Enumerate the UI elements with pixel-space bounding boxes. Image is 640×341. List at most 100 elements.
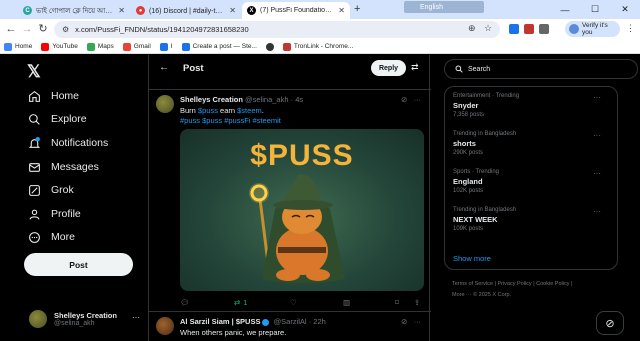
cashtag-link[interactable]: $puss xyxy=(198,106,218,115)
person-icon xyxy=(29,209,40,220)
nav-grok[interactable]: Grok xyxy=(28,182,74,198)
trend-title: NEXT WEEK xyxy=(453,215,498,224)
grok-icon[interactable]: ⊘ xyxy=(401,95,407,104)
bookmark-github[interactable] xyxy=(265,42,274,51)
share-icon[interactable]: ⇪ xyxy=(414,298,420,307)
close-tab-icon[interactable]: ✕ xyxy=(338,6,345,15)
hashtags-link[interactable]: #puss $puss #pussFi #steemit xyxy=(180,116,281,125)
tweet-image[interactable]: $PUSS xyxy=(180,129,424,291)
more-dots-icon[interactable]: ··· xyxy=(593,131,601,140)
translate-widget[interactable]: English xyxy=(404,1,484,13)
bookmark-create-post[interactable]: Create a post — Ste... xyxy=(181,42,257,51)
retweet-icon: ⇄ xyxy=(234,298,241,307)
trend-item[interactable]: Entertainment · Trending Snyder 7,358 po… xyxy=(453,93,613,118)
browser-toolbar: ← → ↻ ⚙ x.com/PussFi_FNDN/status/1941204… xyxy=(0,19,640,40)
bookmark-icon[interactable]: ⌑ xyxy=(395,298,399,307)
bookmark-label: TronLink - Chrome... xyxy=(293,43,354,50)
browser-tab-2[interactable]: ● (16) Discord | #daily-tasks | পালা ✕ xyxy=(131,2,241,19)
bookmark-youtube[interactable]: YouTube xyxy=(41,42,78,51)
grok-icon[interactable]: ⊘ xyxy=(401,317,407,326)
more-dots-icon[interactable]: ··· xyxy=(593,93,601,102)
more-dots-icon[interactable]: ··· xyxy=(414,317,422,326)
show-more-link[interactable]: Show more xyxy=(453,254,491,263)
back-arrow-icon[interactable]: ← xyxy=(159,62,169,73)
account-switcher[interactable]: Shelleys Creation @selina_akh ··· xyxy=(29,310,140,328)
back-arrow-icon[interactable]: ← xyxy=(4,23,18,36)
cat-wizard-illustration xyxy=(249,174,345,283)
footer-line[interactable]: Terms of Service | Privacy Policy | Cook… xyxy=(452,279,612,290)
avatar[interactable] xyxy=(156,95,174,113)
browser-tab-3-active[interactable]: X (7) PussFi Foundation on X: "B ✕ xyxy=(242,2,350,19)
like-icon[interactable]: ♡ xyxy=(290,298,297,307)
post-button[interactable]: Post xyxy=(24,253,133,276)
trend-item[interactable]: Trending in Bangladesh NEXT WEEK 109K po… xyxy=(453,207,613,232)
bookmark-home[interactable]: Home xyxy=(4,42,32,51)
tronlink-icon xyxy=(282,42,291,51)
author-name[interactable]: Shelleys Creation xyxy=(180,95,243,104)
trend-count: 109K posts xyxy=(453,226,484,232)
tweet-tools: ⊘ ··· xyxy=(401,95,421,104)
nav-home[interactable]: Home xyxy=(28,88,79,104)
bookmark-tronlink[interactable]: TronLink - Chrome... xyxy=(282,42,354,51)
tune-settings-icon[interactable]: ⇄ xyxy=(411,62,419,73)
more-dots-icon[interactable]: ··· xyxy=(593,169,601,178)
search-input[interactable]: Search xyxy=(444,59,638,79)
bookmark-maps[interactable]: Maps xyxy=(86,42,114,51)
retweet-button[interactable]: ⇄ 1 xyxy=(234,298,247,307)
bookmark-label: I xyxy=(170,43,173,50)
mail-icon xyxy=(29,162,40,172)
account-name: Shelleys Creation xyxy=(54,311,117,320)
nav-messages[interactable]: Messages xyxy=(28,159,99,175)
grok-chat-button[interactable]: ⊘ xyxy=(596,311,624,335)
trend-category: Entertainment · Trending xyxy=(453,93,520,99)
address-bar[interactable]: ⚙ x.com/PussFi_FNDN/status/1941204972831… xyxy=(54,21,500,38)
close-tab-icon[interactable]: ✕ xyxy=(118,6,125,15)
url-text: x.com/PussFi_FNDN/status/194120497283165… xyxy=(75,25,249,34)
author-handle[interactable]: @selina_akh xyxy=(245,95,288,104)
forward-arrow-icon[interactable]: → xyxy=(20,23,34,36)
zoom-icon[interactable]: ⊕ xyxy=(468,23,476,34)
browser-tab-1[interactable]: C ভাই গোপাল ক্লে দিয়ে আবাদেন ? ✕ xyxy=(18,2,130,19)
cashtag-link[interactable]: $steem xyxy=(237,106,262,115)
site-info-icon[interactable]: ⚙ xyxy=(62,25,69,34)
avatar[interactable] xyxy=(156,317,174,335)
reply-button[interactable]: Reply xyxy=(371,60,406,76)
verify-profile-button[interactable]: Verify it's you xyxy=(565,21,620,37)
bookmark-star-icon[interactable]: ☆ xyxy=(484,23,492,34)
more-dots-icon[interactable]: ··· xyxy=(132,313,140,322)
nav-explore[interactable]: Explore xyxy=(28,111,87,127)
tweet-time[interactable]: · 22h xyxy=(309,317,326,326)
more-dots-icon[interactable]: ··· xyxy=(414,95,422,104)
reload-icon[interactable]: ↻ xyxy=(36,23,50,36)
main-column: ← Post Reply ⇄ Shelleys Creation @selina… xyxy=(148,55,431,341)
footer-line[interactable]: More ··· © 2025 X Corp. xyxy=(452,290,612,301)
bookmark-i[interactable]: I xyxy=(159,42,173,51)
tweet-time[interactable]: · 4s xyxy=(291,95,304,104)
tweet-text: When others panic, we prepare. xyxy=(180,328,287,337)
extensions-puzzle-icon[interactable] xyxy=(539,24,549,34)
nav-more[interactable]: More xyxy=(28,229,75,245)
reply-icon[interactable]: 💬︎ xyxy=(180,298,190,307)
tweet-header: Shelleys Creation @selina_akh · 4s xyxy=(180,95,303,104)
trend-item[interactable]: Sports · Trending England 102K posts ··· xyxy=(453,169,613,194)
close-tab-icon[interactable]: ✕ xyxy=(229,6,236,15)
close-window-icon[interactable]: ✕ xyxy=(610,0,640,19)
minimize-icon[interactable]: — xyxy=(550,0,580,19)
grok-icon xyxy=(29,184,40,196)
extension-icon[interactable] xyxy=(524,24,534,34)
views-icon[interactable]: ▥ xyxy=(343,298,350,307)
bookmark-gmail[interactable]: Gmail xyxy=(122,42,151,51)
author-name[interactable]: Al Sarzil Siam | $PUSS xyxy=(180,317,260,326)
nav-notifications[interactable]: Notifications xyxy=(28,135,108,151)
more-dots-icon[interactable]: ··· xyxy=(593,207,601,216)
extension-icon[interactable] xyxy=(509,24,519,34)
maximize-icon[interactable]: ☐ xyxy=(580,0,610,19)
trend-item[interactable]: Trending in Bangladesh shorts 290K posts… xyxy=(453,131,613,156)
search-icon xyxy=(455,65,463,73)
x-favicon-icon: X xyxy=(247,6,256,15)
author-handle[interactable]: @SarzilAl xyxy=(274,317,307,326)
new-tab-button[interactable]: + xyxy=(354,3,360,15)
nav-profile[interactable]: Profile xyxy=(28,206,81,222)
menu-kebab-icon[interactable]: ⋮ xyxy=(626,23,635,34)
x-logo-icon[interactable]: 𝕏 xyxy=(27,62,41,82)
